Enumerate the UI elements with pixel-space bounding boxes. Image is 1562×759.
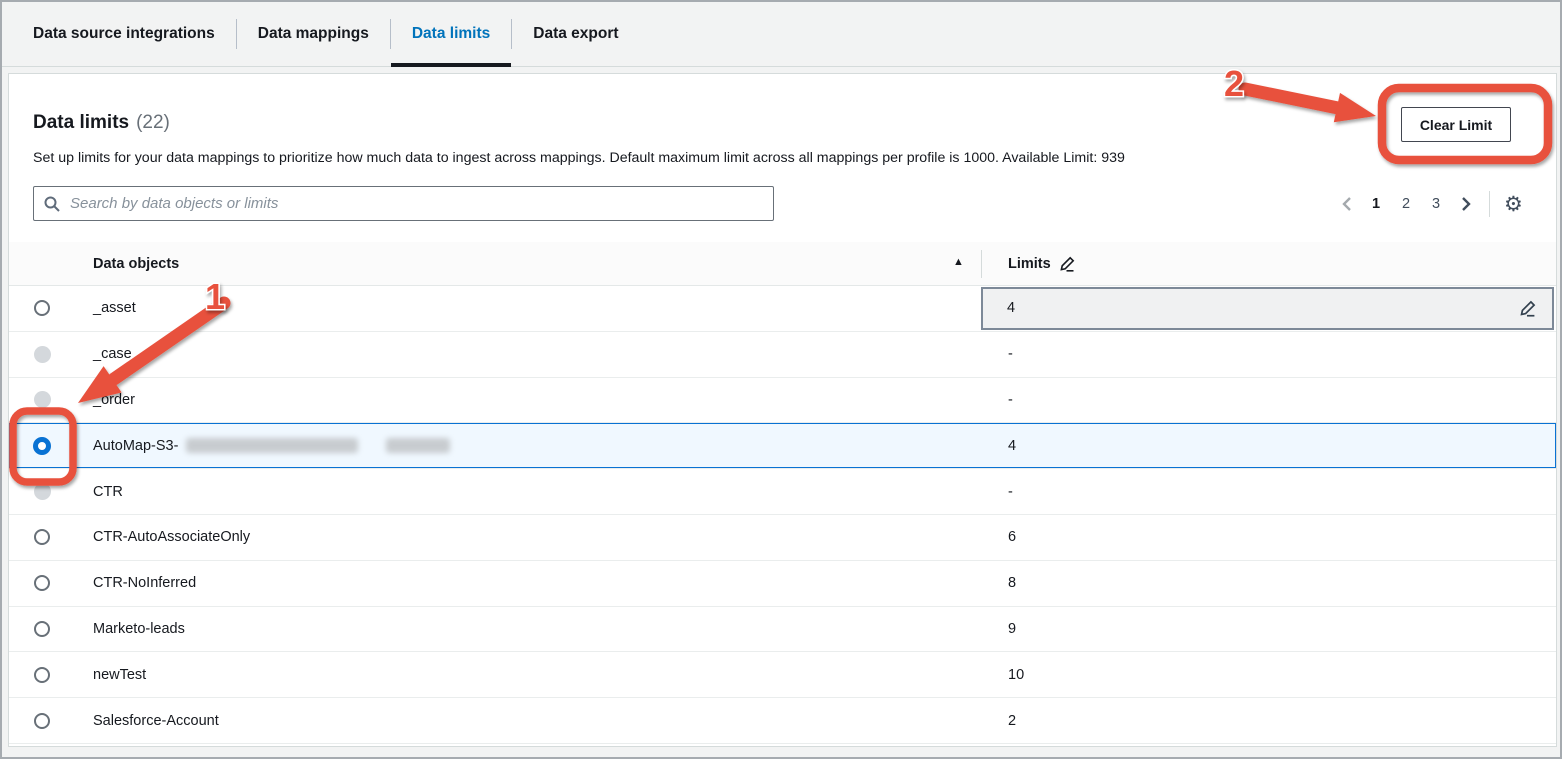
tab-data-limits[interactable]: Data limits — [391, 2, 511, 67]
table-body: _asset 4 _case - _order - — [9, 286, 1556, 744]
data-object-name: AutoMap-S3- — [93, 438, 178, 454]
settings-gear-icon[interactable]: ⚙ — [1500, 192, 1527, 217]
data-object-name: _asset — [75, 300, 975, 316]
pagination: 1 2 3 ⚙ — [1331, 188, 1527, 220]
limit-value: 8 — [975, 575, 1556, 591]
edit-pencil-icon — [1059, 256, 1075, 272]
pagination-divider — [1489, 191, 1490, 217]
chevron-right-icon — [1461, 196, 1472, 212]
item-count: (22) — [136, 112, 170, 133]
limit-value: 2 — [975, 713, 1556, 729]
tab-data-export[interactable]: Data export — [512, 2, 639, 67]
radio-marketo-leads[interactable] — [34, 621, 50, 637]
previous-page-button[interactable] — [1331, 189, 1361, 219]
data-object-name: Salesforce-Account — [75, 713, 975, 729]
sort-ascending-icon[interactable]: ▲ — [953, 256, 964, 268]
limit-value: 9 — [975, 621, 1556, 637]
table-row-case[interactable]: _case - — [9, 332, 1556, 378]
table-row-ctr-noinferred[interactable]: CTR-NoInferred 8 — [9, 561, 1556, 607]
chevron-left-icon — [1341, 196, 1352, 212]
data-object-name: newTest — [75, 667, 975, 683]
column-divider — [981, 250, 982, 278]
radio-asset[interactable] — [34, 300, 50, 316]
data-object-name: CTR-AutoAssociateOnly — [75, 529, 975, 545]
data-limits-panel: Data limits (22) Set up limits for your d… — [8, 73, 1557, 747]
radio-automap-selected[interactable] — [33, 437, 51, 455]
search-icon — [44, 196, 60, 212]
column-header-data-objects[interactable]: Data objects — [93, 256, 179, 272]
table-row-ctr-autoassociateonly[interactable]: CTR-AutoAssociateOnly 6 — [9, 515, 1556, 561]
radio-ctr-disabled — [34, 483, 51, 500]
page-3-button[interactable]: 3 — [1421, 189, 1451, 219]
next-page-button[interactable] — [1451, 189, 1481, 219]
limit-value: 4 — [1007, 300, 1015, 316]
clear-limit-button[interactable]: Clear Limit — [1401, 107, 1511, 142]
search-box — [33, 186, 774, 221]
table-row-automap-s3-selected[interactable]: AutoMap-S3- 4 — [9, 423, 1556, 469]
data-object-name: CTR — [75, 484, 975, 500]
table-row-order[interactable]: _order - — [9, 378, 1556, 424]
radio-salesforce-account[interactable] — [34, 713, 50, 729]
data-object-name: _order — [75, 392, 975, 408]
column-header-limits[interactable]: Limits — [1008, 256, 1075, 272]
limit-value: - — [975, 392, 1556, 408]
limit-value: - — [975, 346, 1556, 362]
table-row-salesforce-account[interactable]: Salesforce-Account 2 — [9, 698, 1556, 744]
page-description: Set up limits for your data mappings to … — [33, 150, 1125, 166]
limit-value: 6 — [975, 529, 1556, 545]
limit-edit-cell[interactable]: 4 — [981, 287, 1554, 330]
redacted-text-block — [386, 438, 450, 453]
page-title: Data limits (22) — [33, 112, 170, 134]
page-1-button[interactable]: 1 — [1361, 189, 1391, 219]
data-object-name: Marketo-leads — [75, 621, 975, 637]
limit-value: 10 — [975, 667, 1556, 683]
limit-value: 4 — [975, 438, 1556, 454]
data-object-name: CTR-NoInferred — [75, 575, 975, 591]
radio-order-disabled — [34, 391, 51, 408]
limit-value: - — [975, 484, 1556, 500]
page-2-button[interactable]: 2 — [1391, 189, 1421, 219]
search-input[interactable] — [68, 194, 763, 213]
edit-pencil-icon[interactable] — [1519, 300, 1536, 317]
radio-case-disabled — [34, 346, 51, 363]
table-row-ctr[interactable]: CTR - — [9, 469, 1556, 515]
page-title-text: Data limits — [33, 112, 129, 133]
tab-bar: Data source integrations Data mappings D… — [2, 2, 1560, 67]
app-window: Data source integrations Data mappings D… — [0, 0, 1562, 759]
table-row-newtest[interactable]: newTest 10 — [9, 652, 1556, 698]
radio-ctr-autoassociateonly[interactable] — [34, 529, 50, 545]
radio-newtest[interactable] — [34, 667, 50, 683]
table-header: Data objects ▲ Limits — [9, 242, 1556, 286]
column-header-limits-label: Limits — [1008, 256, 1051, 272]
table-row-asset[interactable]: _asset 4 — [9, 286, 1556, 332]
tab-data-mappings[interactable]: Data mappings — [237, 2, 390, 67]
tab-data-source-integrations[interactable]: Data source integrations — [12, 2, 236, 67]
table-row-marketo-leads[interactable]: Marketo-leads 9 — [9, 607, 1556, 653]
radio-ctr-noinferred[interactable] — [34, 575, 50, 591]
redacted-text-block — [186, 438, 358, 453]
data-object-name: _case — [75, 346, 975, 362]
